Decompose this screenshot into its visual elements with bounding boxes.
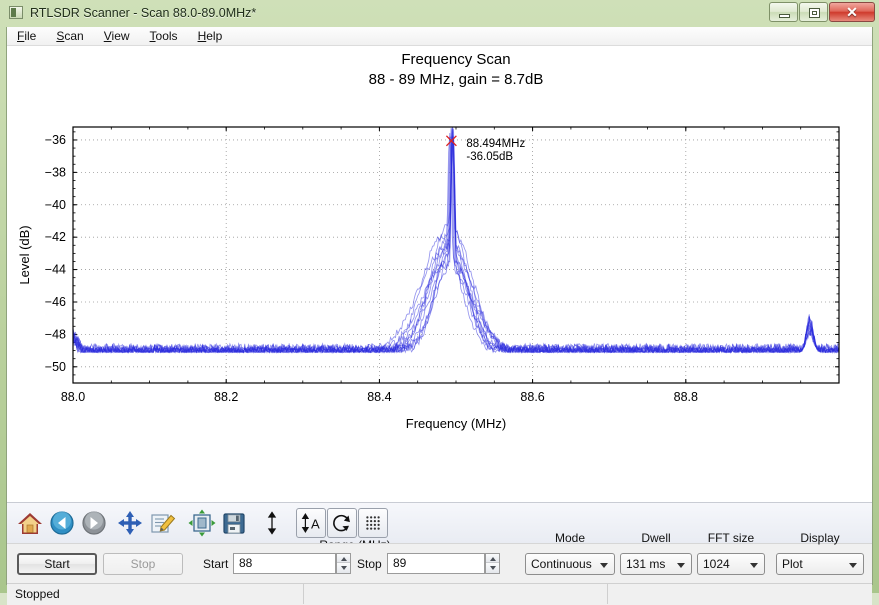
autoscale-a-icon[interactable]: A [296, 508, 326, 538]
close-icon: ✕ [846, 4, 858, 20]
svg-text:88.2: 88.2 [214, 390, 238, 404]
chevron-down-icon [677, 563, 685, 568]
scan-controls: Start Stop Start 88 Stop 89 Mode Continu… [7, 531, 872, 583]
chevron-down-icon [849, 563, 857, 568]
svg-text:88.8: 88.8 [674, 390, 698, 404]
svg-text:88.494MHz: 88.494MHz [466, 138, 525, 150]
menu-tools-label: ools [155, 29, 178, 43]
status-divider [607, 584, 608, 604]
menu-item-tools[interactable]: Tools [140, 27, 188, 46]
range-start-input[interactable]: 88 [233, 553, 336, 574]
dwell-select[interactable]: 131 ms [620, 553, 692, 575]
minimize-icon [770, 3, 797, 21]
menu-bar: File Scan View Tools Help [7, 27, 872, 46]
dwell-value: 131 ms [626, 557, 666, 571]
minimize-button[interactable] [769, 2, 798, 22]
menu-help-label: elp [206, 29, 223, 43]
range-stop-spinner[interactable] [485, 553, 500, 574]
spinner-up-icon[interactable] [337, 554, 350, 563]
range-stop-input[interactable]: 89 [387, 553, 485, 574]
configure-subplots-icon[interactable] [187, 508, 217, 538]
status-bar: Stopped [7, 583, 872, 605]
display-select[interactable]: Plot [776, 553, 864, 575]
svg-text:−36: −36 [45, 133, 66, 147]
app-icon [9, 6, 23, 19]
menu-item-file[interactable]: File [7, 27, 46, 46]
start-button[interactable]: Start [17, 553, 97, 575]
mode-select[interactable]: Continuous [525, 553, 615, 575]
mode-label: Mode [554, 531, 586, 545]
spinner-up-icon[interactable] [486, 554, 499, 563]
menu-file-label: ile [24, 29, 37, 43]
edit-icon[interactable] [147, 508, 177, 538]
menu-view-label: iew [111, 29, 130, 43]
home-icon[interactable] [15, 508, 45, 538]
svg-text:−50: −50 [45, 360, 66, 374]
window-title: RTLSDR Scanner - Scan 88.0-89.0MHz* [30, 6, 257, 20]
title-bar[interactable]: RTLSDR Scanner - Scan 88.0-89.0MHz* ✕ [0, 0, 879, 27]
refresh-icon[interactable] [327, 508, 357, 538]
svg-text:Frequency Scan: Frequency Scan [401, 51, 510, 68]
fft-size-label: FFT size [707, 531, 755, 545]
svg-text:88.0: 88.0 [61, 390, 85, 404]
application-window: RTLSDR Scanner - Scan 88.0-89.0MHz* ✕ Fi… [0, 0, 879, 605]
svg-text:Level (dB): Level (dB) [17, 225, 32, 284]
range-start-spinner[interactable] [336, 553, 351, 574]
grid-dots-icon[interactable] [358, 508, 388, 538]
client-area: File Scan View Tools Help Frequency Scan… [6, 27, 873, 605]
restore-icon [800, 3, 827, 21]
svg-text:−42: −42 [45, 230, 66, 244]
svg-text:A: A [311, 517, 320, 532]
save-floppy-icon[interactable] [219, 508, 249, 538]
chevron-down-icon [600, 563, 608, 568]
menu-item-scan[interactable]: Scan [46, 27, 93, 46]
status-divider [303, 584, 304, 604]
menu-item-view[interactable]: View [94, 27, 140, 46]
chevron-down-icon [750, 563, 758, 568]
fft-size-select[interactable]: 1024 [697, 553, 765, 575]
close-button[interactable]: ✕ [829, 2, 875, 22]
svg-text:−40: −40 [45, 198, 66, 212]
svg-text:−38: −38 [45, 165, 66, 179]
display-label: Display [800, 531, 840, 545]
menu-view-accel: V [103, 29, 112, 43]
status-text: Stopped [15, 587, 60, 601]
spectrum-chart-svg: Frequency Scan 88 - 89 MHz, gain = 8.7dB −… [17, 51, 840, 431]
svg-text:−48: −48 [45, 327, 66, 341]
svg-text:−46: −46 [45, 295, 66, 309]
svg-text:88.6: 88.6 [520, 390, 544, 404]
svg-text:Frequency (MHz): Frequency (MHz) [406, 416, 506, 431]
svg-text:−44: −44 [45, 263, 66, 277]
menu-scan-label: can [64, 29, 84, 43]
window-buttons: ✕ [768, 2, 875, 24]
menu-item-help[interactable]: Help [188, 27, 233, 46]
range-start-label: Start [203, 557, 229, 571]
stop-button: Stop [103, 553, 183, 575]
menu-help-accel: H [197, 29, 207, 43]
spinner-down-icon[interactable] [337, 563, 350, 573]
maximize-button[interactable] [799, 2, 828, 22]
pan-move-icon[interactable] [115, 508, 145, 538]
svg-text:88.4: 88.4 [367, 390, 391, 404]
vertical-arrow-icon[interactable] [257, 508, 287, 538]
svg-text:88 - 89 MHz, gain = 8.7dB: 88 - 89 MHz, gain = 8.7dB [369, 71, 544, 88]
forward-arrow-icon [79, 508, 109, 538]
spinner-down-icon[interactable] [486, 563, 499, 573]
display-value: Plot [782, 557, 803, 571]
back-arrow-icon[interactable] [47, 508, 77, 538]
mode-value: Continuous [531, 557, 592, 571]
svg-text:-36.05dB: -36.05dB [466, 151, 513, 163]
dwell-label: Dwell [641, 531, 671, 545]
spectrum-plot[interactable]: Frequency Scan 88 - 89 MHz, gain = 8.7dB −… [7, 46, 872, 502]
range-stop-label: Stop [357, 557, 382, 571]
fft-size-value: 1024 [703, 557, 730, 571]
